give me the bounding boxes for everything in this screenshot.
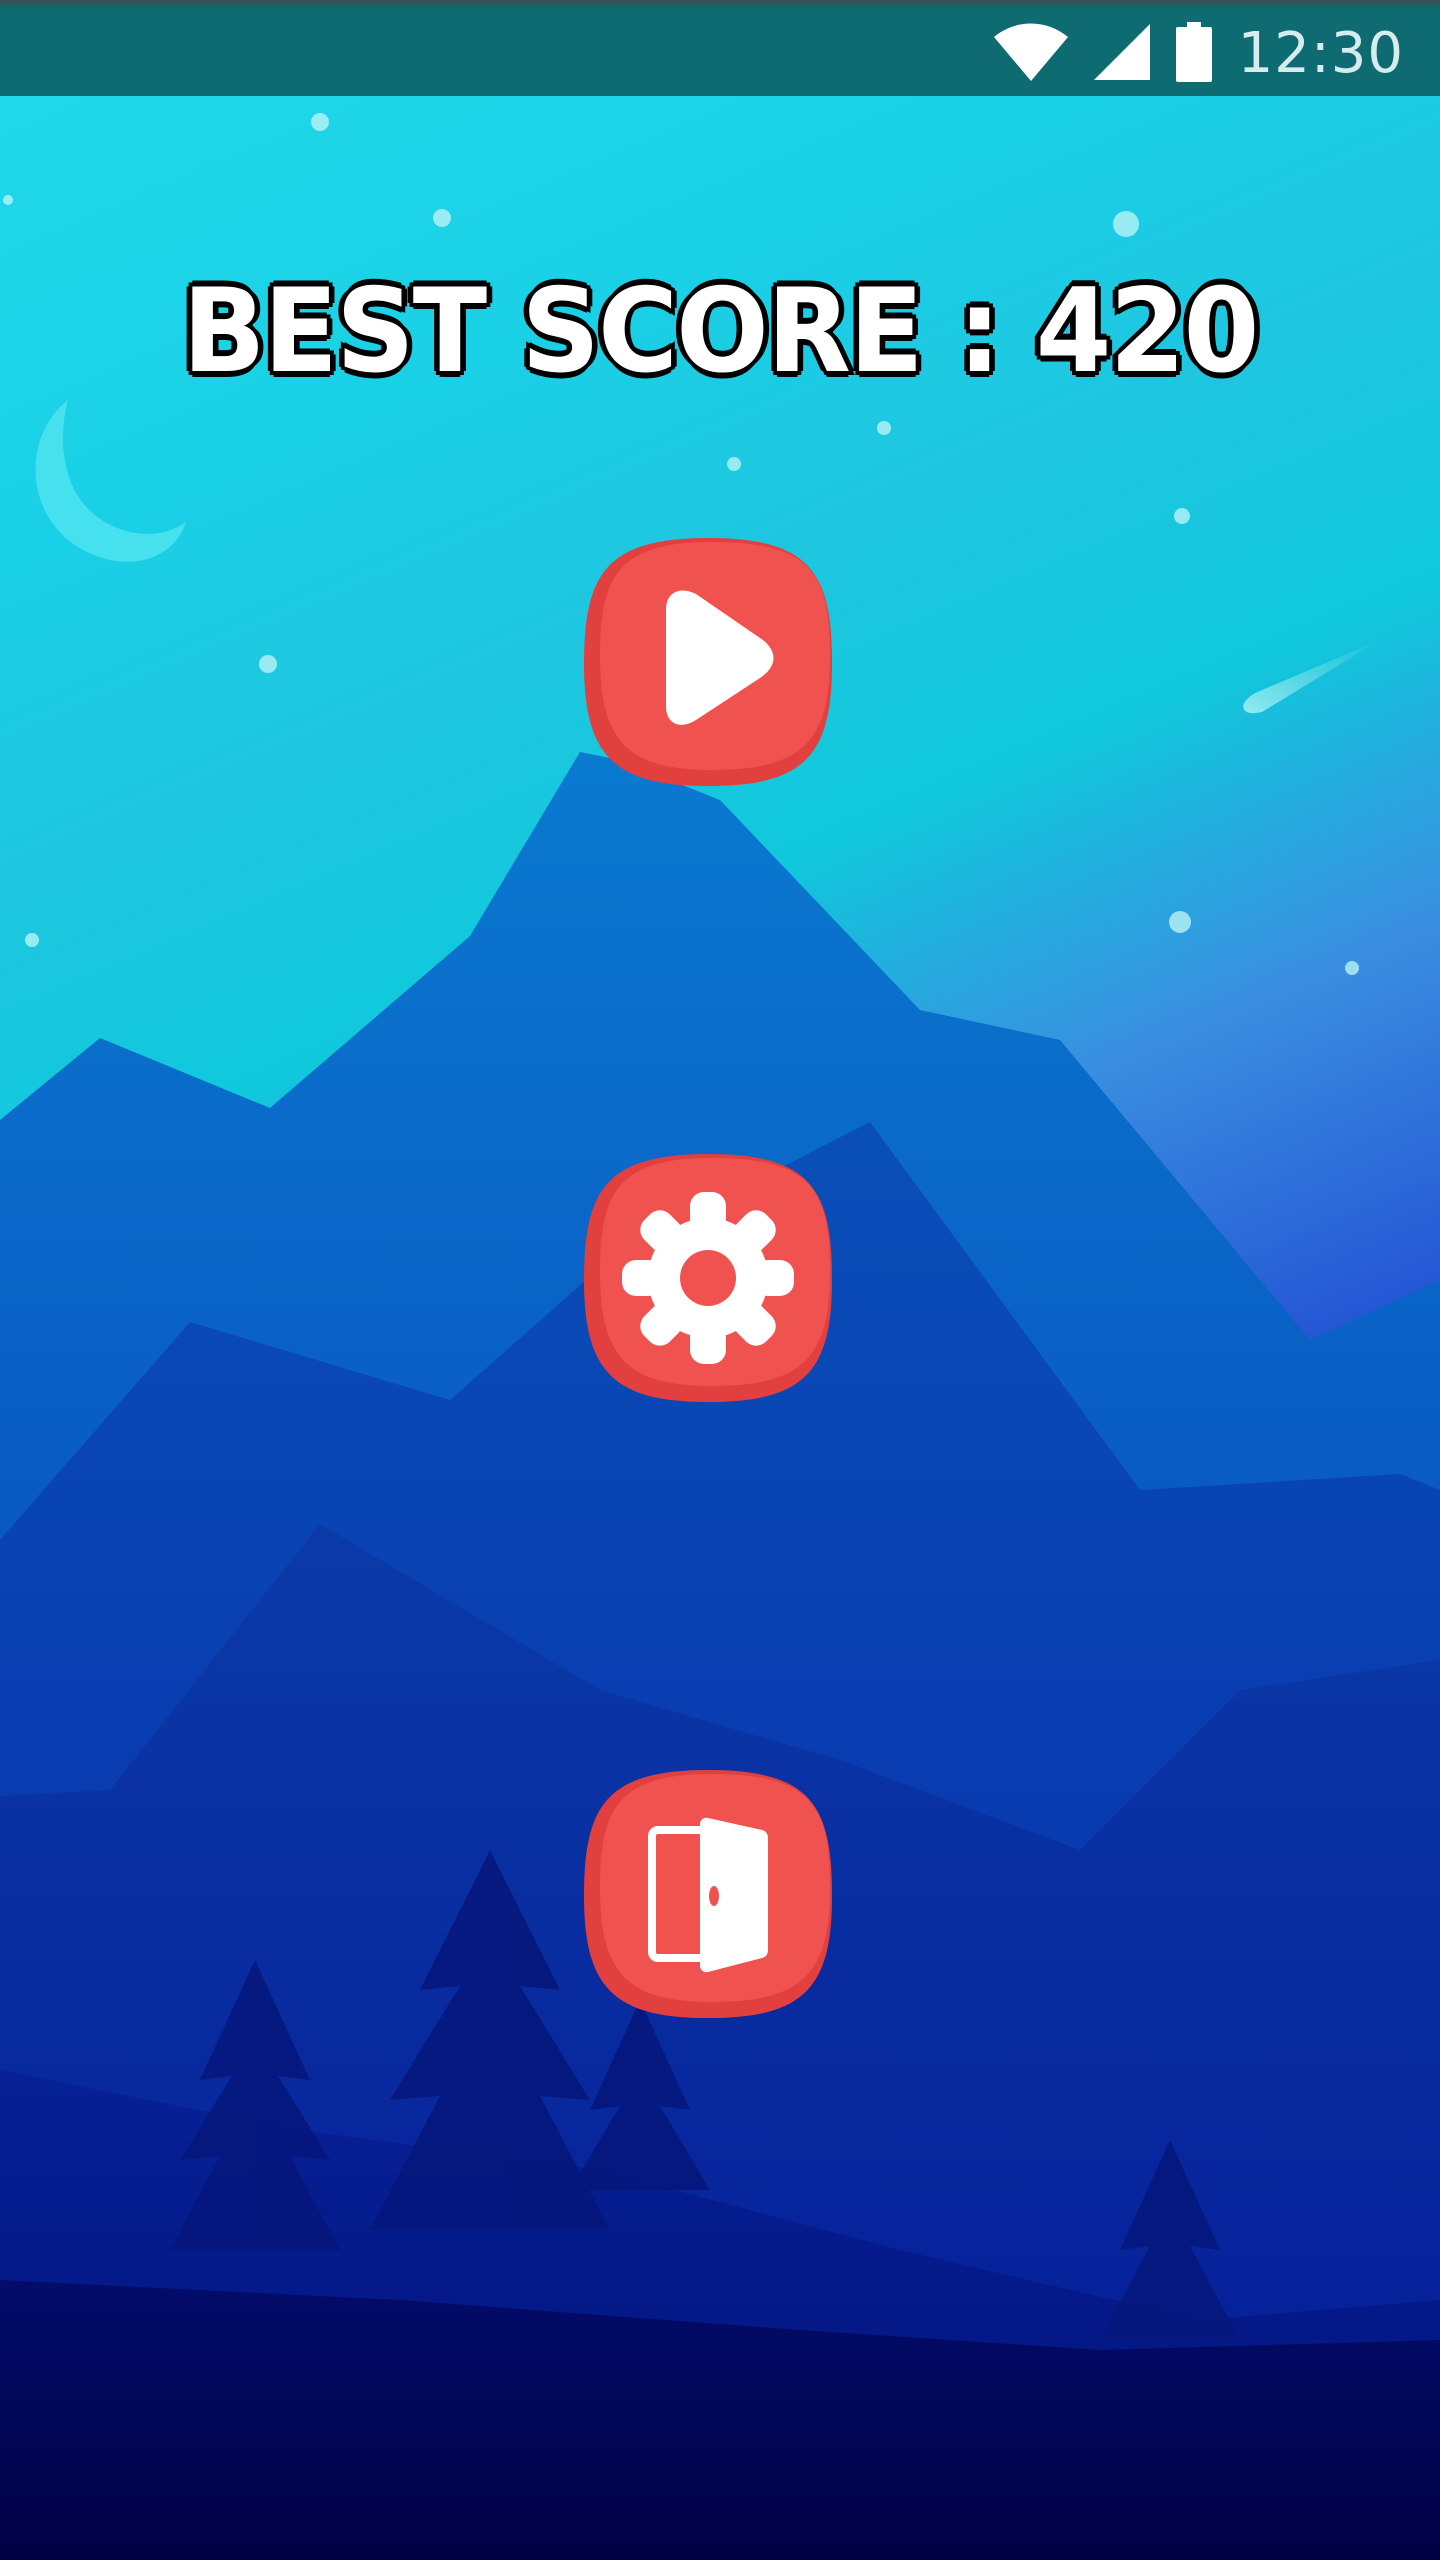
gear-icon [622, 1192, 794, 1364]
wifi-icon [993, 23, 1068, 85]
cellular-signal-icon [1093, 24, 1150, 84]
exit-button[interactable] [580, 1766, 836, 2022]
play-button[interactable] [580, 534, 836, 790]
status-time: 12:30 [1237, 21, 1404, 86]
battery-icon [1175, 22, 1212, 86]
status-icons: 12:30 [993, 16, 1404, 92]
best-score-label: BEST SCORE : 420 [179, 260, 1264, 403]
settings-button[interactable] [580, 1150, 836, 1406]
best-score-title: BEST SCORE : 420 [0, 260, 1440, 403]
status-bar: 12:30 [0, 0, 1440, 96]
